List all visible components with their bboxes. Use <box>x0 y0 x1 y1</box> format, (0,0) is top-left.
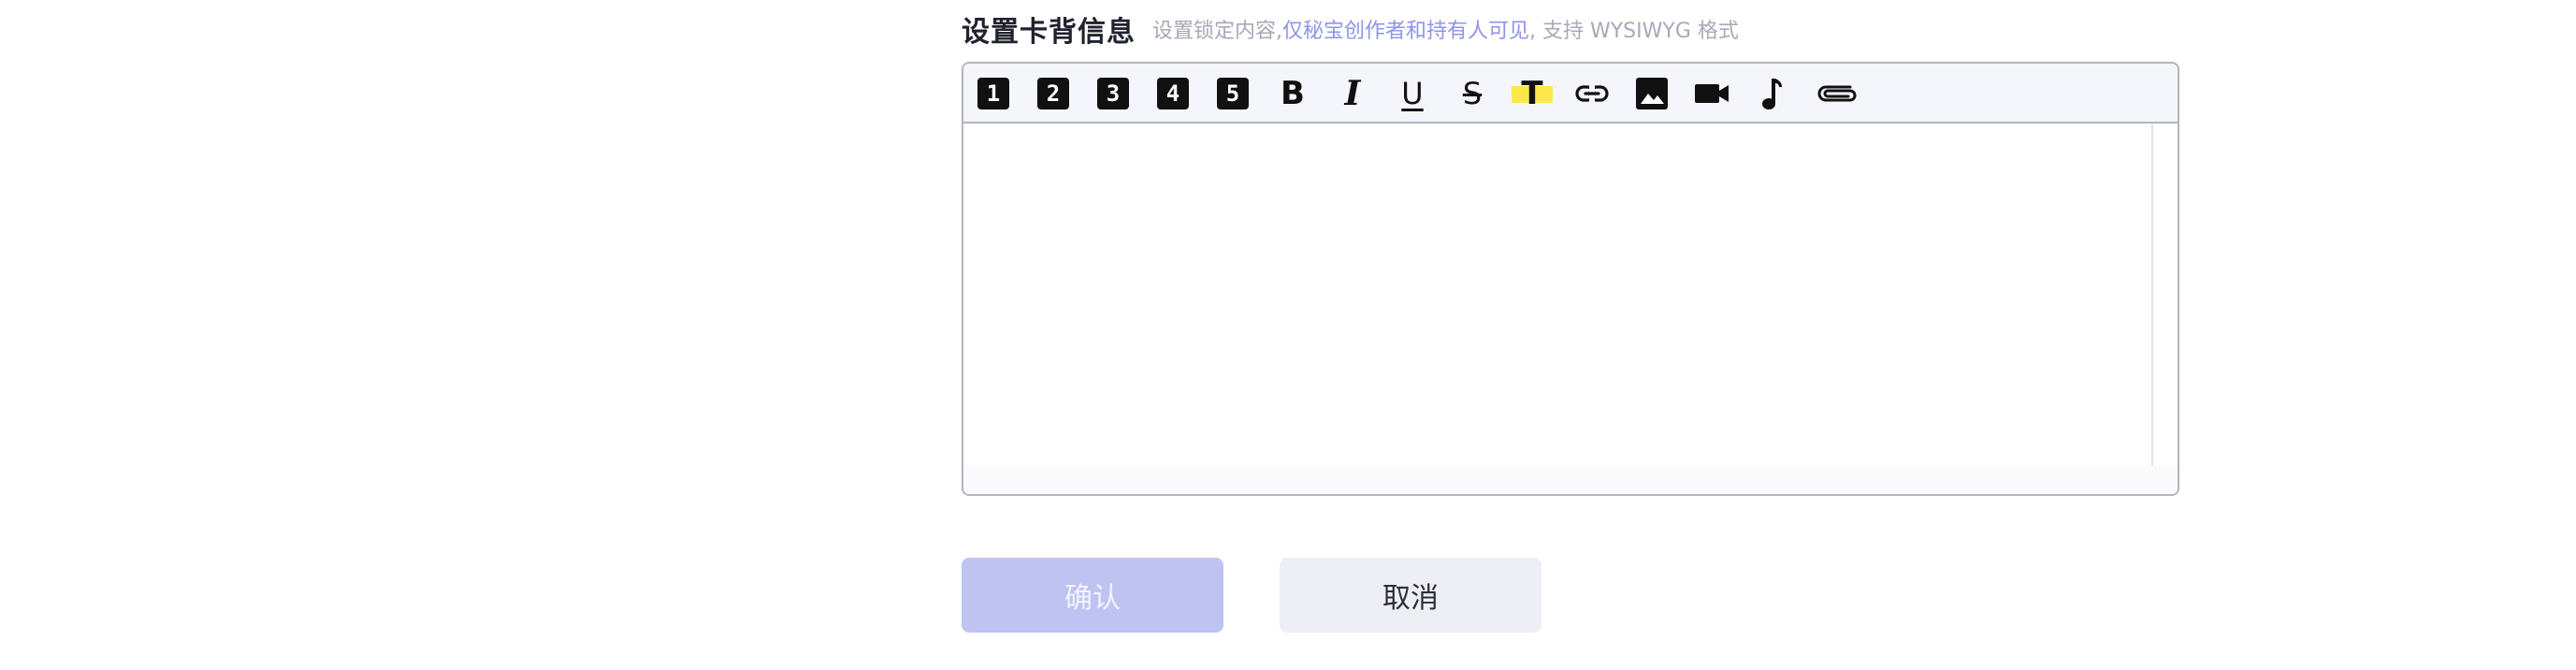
highlight-button[interactable]: T <box>1512 75 1553 112</box>
section-hint: 设置锁定内容,仅秘宝创作者和持有人可见, 支持 WYSIWYG 格式 <box>1152 14 1739 44</box>
bold-button[interactable]: B <box>1274 75 1311 112</box>
music-note-icon <box>1762 79 1782 109</box>
heading-4-icon: 4 <box>1157 78 1189 109</box>
image-button[interactable] <box>1633 75 1671 112</box>
video-icon <box>1695 84 1729 103</box>
paperclip-icon <box>1817 85 1857 102</box>
highlight-letter: T <box>1521 75 1543 112</box>
hint-suffix: , 支持 WYSIWYG 格式 <box>1529 20 1739 43</box>
heading-3-icon: 3 <box>1097 78 1129 109</box>
bold-icon: B <box>1281 75 1305 112</box>
link-button[interactable] <box>1573 75 1611 112</box>
confirm-button[interactable]: 确认 <box>962 558 1223 633</box>
image-icon <box>1636 78 1668 109</box>
heading-3-button[interactable]: 3 <box>1094 75 1132 112</box>
underline-icon: U <box>1401 76 1424 111</box>
highlight-icon: T <box>1512 75 1553 112</box>
italic-icon: I <box>1344 74 1361 113</box>
attachment-button[interactable] <box>1813 75 1860 112</box>
strikethrough-button[interactable]: S <box>1454 75 1491 112</box>
heading-5-icon: 5 <box>1217 78 1249 109</box>
editor-bottom-strip <box>963 466 2178 494</box>
rich-text-editor: 1 2 3 4 5 B I U S T <box>962 62 2179 496</box>
editor-toolbar: 1 2 3 4 5 B I U S T <box>963 64 2178 124</box>
strikethrough-icon: S <box>1462 76 1483 111</box>
hint-highlight: 仅秘宝创作者和持有人可见 <box>1282 20 1530 43</box>
heading-4-button[interactable]: 4 <box>1154 75 1192 112</box>
editor-content-area[interactable] <box>963 124 2153 468</box>
italic-button[interactable]: I <box>1334 75 1371 112</box>
audio-button[interactable] <box>1753 75 1790 112</box>
heading-1-button[interactable]: 1 <box>975 75 1012 112</box>
section-heading: 设置卡背信息 设置锁定内容,仅秘宝创作者和持有人可见, 支持 WYSIWYG 格… <box>962 7 1739 51</box>
heading-1-icon: 1 <box>977 78 1009 109</box>
heading-2-button[interactable]: 2 <box>1035 75 1072 112</box>
hint-prefix: 设置锁定内容, <box>1152 20 1282 43</box>
heading-2-icon: 2 <box>1037 78 1069 109</box>
cancel-button[interactable]: 取消 <box>1280 558 1541 633</box>
underline-button[interactable]: U <box>1394 75 1431 112</box>
video-button[interactable] <box>1693 75 1730 112</box>
heading-5-button[interactable]: 5 <box>1214 75 1252 112</box>
link-icon <box>1575 85 1609 102</box>
section-title: 设置卡背信息 <box>962 16 1136 49</box>
